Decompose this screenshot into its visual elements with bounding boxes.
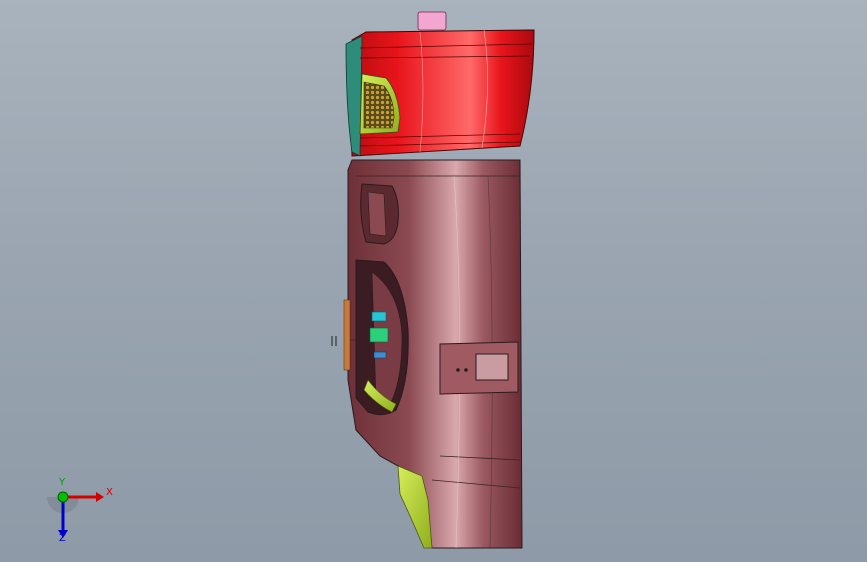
upper-housing[interactable] — [345, 11, 535, 157]
x-axis-arrowhead — [96, 492, 104, 502]
x-axis-label: X — [106, 487, 113, 498]
z-axis-label: Z — [59, 533, 66, 544]
cad-model[interactable] — [0, 0, 867, 562]
y-axis-label: Y — [59, 477, 66, 488]
3d-viewport[interactable]: X Y Z — [0, 0, 867, 562]
y-axis-dot — [57, 491, 69, 503]
axis-triad: X Y Z — [40, 478, 130, 548]
lower-body[interactable] — [331, 159, 523, 549]
triad-graphic — [47, 491, 104, 538]
